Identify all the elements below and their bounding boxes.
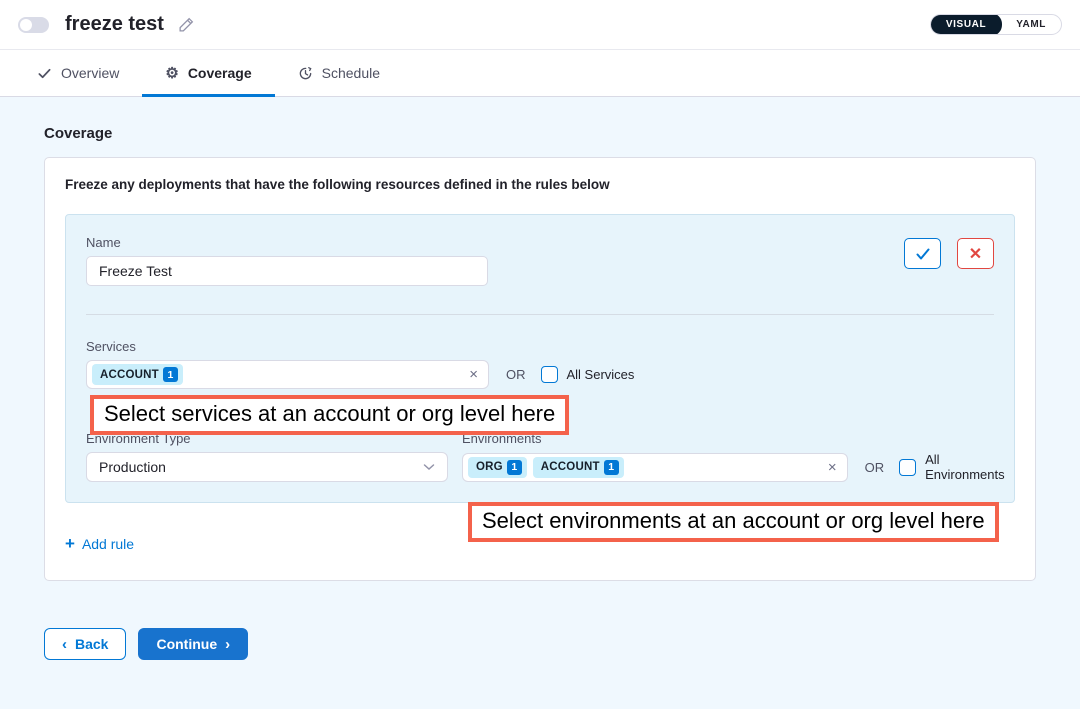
environment-type-group: Environment Type Production [86,431,448,482]
chip-label: ORG [476,461,503,473]
check-icon [915,247,931,261]
all-services-label: All Services [567,367,635,382]
chip-count-badge: 1 [163,367,178,382]
back-button[interactable]: ‹ Back [44,628,126,660]
visual-yaml-toggle: VISUAL YAML [930,14,1062,35]
name-label: Name [86,235,488,250]
environment-row: Environment Type Production Environments [86,431,994,482]
continue-button-label: Continue [156,636,217,652]
main-content: Coverage Freeze any deployments that hav… [0,97,1080,581]
coverage-description: Freeze any deployments that have the fol… [65,177,1015,192]
coverage-card: Freeze any deployments that have the fol… [44,157,1036,581]
chevron-right-icon: › [225,636,230,653]
add-rule-button[interactable]: + Add rule [65,535,134,552]
services-row: ACCOUNT 1 × OR All Services [86,360,994,389]
page-title: freeze test [65,13,164,36]
environments-multiselect[interactable]: ORG 1 ACCOUNT 1 × [462,453,848,482]
tab-schedule[interactable]: Schedule [275,50,403,96]
name-row: Name ✕ [86,235,994,286]
chevron-left-icon: ‹ [62,636,67,653]
chip-count-badge: 1 [507,460,522,475]
rule-divider [86,314,994,315]
environments-or-label: OR [865,460,885,475]
services-chip-account[interactable]: ACCOUNT 1 [92,364,183,385]
rule-confirm-buttons: ✕ [904,238,994,269]
close-icon: ✕ [969,244,982,264]
visual-toggle-option[interactable]: VISUAL [930,14,1002,35]
check-icon [37,66,52,81]
edit-title-icon[interactable] [178,16,195,33]
services-label: Services [86,339,994,354]
tab-bar: Overview ⚙ Coverage Schedule [0,50,1080,97]
environments-chip-account[interactable]: ACCOUNT 1 [533,457,624,478]
tab-schedule-label: Schedule [322,65,380,81]
environments-chip-org[interactable]: ORG 1 [468,457,527,478]
clear-environments-icon[interactable]: × [828,460,837,475]
rule-panel: Name ✕ Services [65,214,1015,503]
top-header: freeze test VISUAL YAML [0,0,1080,50]
tab-overview-label: Overview [61,65,119,81]
chevron-down-icon [423,463,435,471]
confirm-rule-button[interactable] [904,238,941,269]
delete-rule-button[interactable]: ✕ [957,238,994,269]
tab-coverage[interactable]: ⚙ Coverage [142,50,274,96]
services-block: Services ACCOUNT 1 × OR All Services [86,339,994,389]
yaml-toggle-option[interactable]: YAML [1001,14,1061,35]
schedule-clock-icon [298,66,313,81]
continue-button[interactable]: Continue › [138,628,248,660]
chip-count-badge: 1 [604,460,619,475]
add-rule-label: Add rule [82,536,134,552]
all-services-checkbox[interactable] [541,366,558,383]
services-annotation: Select services at an account or org lev… [90,395,569,435]
toggle-knob [20,19,32,31]
all-environments-label: All Environments [925,452,1019,482]
chip-label: ACCOUNT [100,369,159,381]
chip-label: ACCOUNT [541,461,600,473]
freeze-enable-toggle[interactable] [18,17,49,33]
all-environments-checkbox[interactable] [899,459,916,476]
plus-icon: + [65,535,75,552]
coverage-heading: Coverage [44,125,1036,142]
footer-actions: ‹ Back Continue › [44,628,1080,660]
environments-group: Environments ORG 1 ACCOUNT 1 [462,431,1019,482]
rule-name-input[interactable] [86,256,488,286]
clear-services-icon[interactable]: × [469,367,478,382]
gear-icon: ⚙ [165,64,178,82]
back-button-label: Back [75,636,108,652]
name-field-group: Name [86,235,488,286]
services-multiselect[interactable]: ACCOUNT 1 × [86,360,489,389]
tab-overview[interactable]: Overview [14,50,142,96]
environments-row-inner: ORG 1 ACCOUNT 1 × OR All Env [462,452,1019,482]
environments-annotation: Select environments at an account or org… [468,502,999,542]
environment-type-value: Production [99,459,166,475]
services-or-label: OR [506,367,526,382]
tab-coverage-label: Coverage [188,65,252,81]
environment-type-select[interactable]: Production [86,452,448,482]
